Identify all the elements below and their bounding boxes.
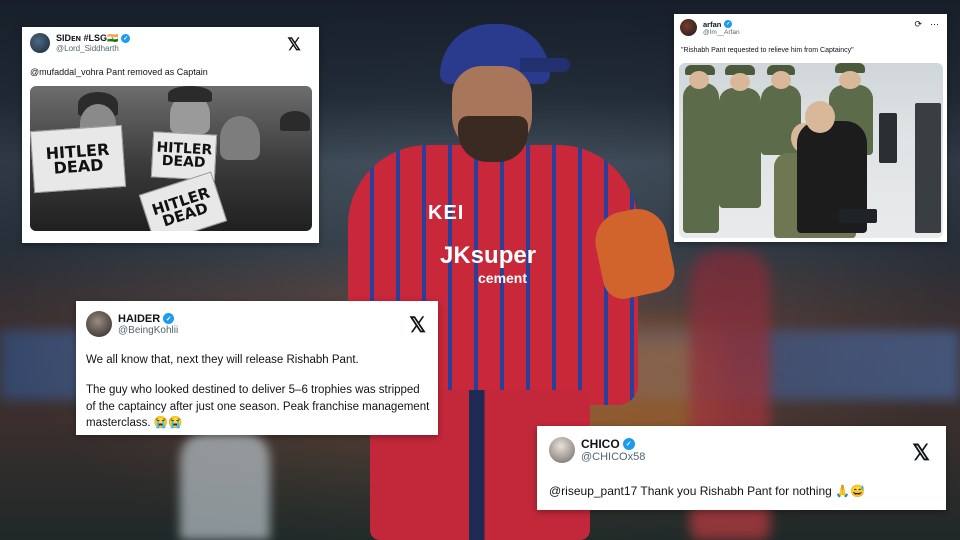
tweet-header: SIDᴇɴ #LSG🇮🇳 ✓ @Lord_Siddharth [30,33,131,53]
author-name-row: SIDᴇɴ #LSG🇮🇳 ✓ [56,33,131,44]
tweet-header: arfan ✓ @Im__Arfan [680,19,740,36]
keyboard [839,209,877,223]
newspaper-headline: HITLER DEAD [138,171,228,231]
verified-badge-icon: ✓ [724,20,733,28]
officer-figure [719,88,761,208]
verified-badge-icon: ✓ [622,438,635,450]
computer-tower [915,103,941,233]
author-name-row: HAIDER ✓ [118,313,178,325]
author-block: CHICO ✓ @CHICOx58 [581,437,645,463]
officer-face [839,71,861,89]
tweet-paragraph: We all know that, next they will release… [86,354,359,366]
avatar[interactable] [86,311,112,337]
avatar[interactable] [680,19,697,36]
tweet-card-beingkohlii[interactable]: HAIDER ✓ @BeingKohlii 𝕏 We all know that… [76,301,438,435]
avatar[interactable] [30,33,50,53]
author-handle[interactable]: @Lord_Siddharth [56,44,130,53]
tweet-card-chicox58[interactable]: CHICO ✓ @CHICOx58 𝕏 @riseup_pant17 Thank… [537,426,946,510]
author-name[interactable]: CHICO [581,437,620,451]
tweet-card-lord-siddharth[interactable]: SIDᴇɴ #LSG🇮🇳 ✓ @Lord_Siddharth 𝕏 @mufadd… [22,27,319,243]
author-name[interactable]: arfan [703,20,721,29]
tweet-text: "Rishabh Pant requested to relieve him f… [681,47,854,54]
author-handle[interactable]: @CHICOx58 [581,451,645,463]
author-name-row: arfan ✓ [703,20,740,29]
tweet-header: HAIDER ✓ @BeingKohlii [86,311,178,337]
verified-badge-icon: ✓ [163,313,175,324]
author-handle[interactable]: @Im__Arfan [703,29,740,36]
helmet [280,111,310,131]
author-block: SIDᴇɴ #LSG🇮🇳 ✓ @Lord_Siddharth [56,33,131,53]
tweet-image[interactable]: HITLER DEAD HITLER DEAD HITLER DEAD [30,86,312,231]
newspaper-headline: HITLER DEAD [30,124,127,194]
author-name[interactable]: HAIDER [118,313,160,325]
officer-figure [683,83,719,233]
tweet-header-icons: ⟳ ⋯ [914,19,939,30]
officer-face [689,71,709,89]
leader-face [805,101,835,133]
author-block: arfan ✓ @Im__Arfan [703,20,740,36]
tweet-text: @riseup_pant17 Thank you Rishabh Pant fo… [549,484,866,498]
author-handle[interactable]: @BeingKohlii [118,325,178,336]
avatar[interactable] [549,437,575,463]
jersey-sponsor-cement: cement [478,270,528,286]
tweet-card-im-arfan[interactable]: arfan ✓ @Im__Arfan ⟳ ⋯ "Rishabh Pant req… [674,14,947,242]
more-options-icon[interactable]: ⋯ [930,19,939,30]
helmet [168,86,212,102]
tweet-text: @mufaddal_vohra Pant removed as Captain [30,67,208,77]
tweet-header: CHICO ✓ @CHICOx58 [549,437,645,463]
author-name[interactable]: SIDᴇɴ #LSG🇮🇳 [56,33,118,44]
computer-monitor [879,113,897,163]
author-name-row: CHICO ✓ [581,437,645,451]
tweet-text: We all know that, next they will release… [86,352,431,431]
grok-icon[interactable]: ⟳ [914,19,922,30]
x-logo-icon[interactable]: 𝕏 [912,440,930,466]
tweet-paragraph: The guy who looked destined to deliver 5… [86,384,430,429]
x-logo-icon[interactable]: 𝕏 [409,313,426,338]
soldier-face [220,116,260,160]
jersey-sponsor-kei: KEI [428,202,465,224]
x-logo-icon[interactable]: 𝕏 [287,35,301,55]
cap-brim [520,58,570,72]
author-block: HAIDER ✓ @BeingKohlii [118,313,178,336]
officer-face [730,73,750,91]
background-player-left [180,430,270,540]
tweet-image[interactable] [679,63,943,238]
verified-badge-icon: ✓ [121,34,131,43]
officer-face [771,71,791,89]
jersey-sponsor-jksuper: JKsuper [440,242,537,269]
